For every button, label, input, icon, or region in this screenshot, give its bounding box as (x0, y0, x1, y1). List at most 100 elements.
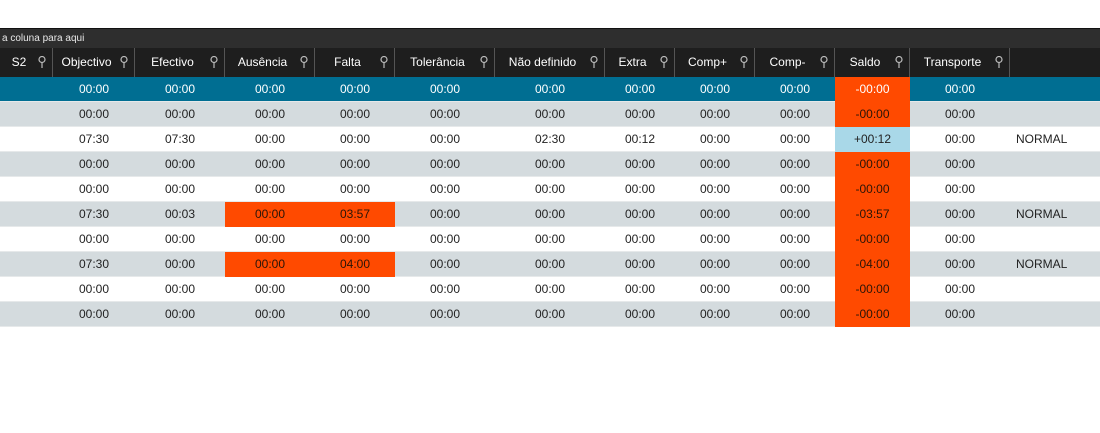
table-row[interactable]: 00:00 00:00 00:00 00:00 00:00 00:00 00:00 00:00… (0, 102, 1100, 127)
cell-falta[interactable]: 00:00 (315, 127, 395, 152)
cell-comp_plus[interactable]: 00:00 (675, 177, 755, 202)
column-header-comp_minus[interactable]: Comp- (755, 48, 835, 77)
cell-info[interactable] (1010, 77, 1100, 102)
cell-extra[interactable]: 00:00 (605, 277, 675, 302)
cell-nao_definido[interactable]: 00:00 (495, 177, 605, 202)
cell-tolerancia[interactable]: 00:00 (395, 177, 495, 202)
cell-saldo[interactable]: -00:00 (835, 227, 910, 252)
cell-extra[interactable]: 00:00 (605, 252, 675, 277)
cell-nao_definido[interactable]: 00:00 (495, 227, 605, 252)
cell-comp_minus[interactable]: 00:00 (755, 102, 835, 127)
pin-icon[interactable] (739, 56, 749, 69)
cell-tolerancia[interactable]: 00:00 (395, 102, 495, 127)
cell-nao_definido[interactable]: 00:00 (495, 202, 605, 227)
cell-extra[interactable]: 00:00 (605, 202, 675, 227)
cell-objectivo[interactable]: 00:00 (53, 77, 135, 102)
cell-ausencia[interactable]: 00:00 (225, 202, 315, 227)
cell-falta[interactable]: 00:00 (315, 102, 395, 127)
cell-falta[interactable]: 00:00 (315, 227, 395, 252)
cell-s2[interactable] (0, 277, 53, 302)
column-header-info[interactable] (1010, 48, 1100, 77)
table-row[interactable]: 00:00 00:00 00:00 00:00 00:00 00:00 00:00 00:00… (0, 302, 1100, 327)
pin-icon[interactable] (379, 56, 389, 69)
cell-efectivo[interactable]: 00:00 (135, 302, 225, 327)
table-row[interactable]: 00:00 00:00 00:00 00:00 00:00 00:00 00:00 00:00… (0, 227, 1100, 252)
cell-saldo[interactable]: -00:00 (835, 77, 910, 102)
table-row-selected[interactable]: 00:00 00:00 00:00 00:00 00:00 00:00 00:00 00:00… (0, 77, 1100, 102)
column-header-ausencia[interactable]: Ausência (225, 48, 315, 77)
cell-tolerancia[interactable]: 00:00 (395, 277, 495, 302)
cell-s2[interactable] (0, 77, 53, 102)
cell-comp_minus[interactable]: 00:00 (755, 202, 835, 227)
cell-comp_plus[interactable]: 00:00 (675, 77, 755, 102)
cell-objectivo[interactable]: 00:00 (53, 102, 135, 127)
pin-icon[interactable] (589, 56, 599, 69)
cell-s2[interactable] (0, 152, 53, 177)
cell-comp_minus[interactable]: 00:00 (755, 177, 835, 202)
cell-efectivo[interactable]: 00:03 (135, 202, 225, 227)
cell-objectivo[interactable]: 00:00 (53, 177, 135, 202)
cell-tolerancia[interactable]: 00:00 (395, 152, 495, 177)
cell-nao_definido[interactable]: 00:00 (495, 302, 605, 327)
cell-ausencia[interactable]: 00:00 (225, 277, 315, 302)
cell-saldo[interactable]: -04:00 (835, 252, 910, 277)
cell-nao_definido[interactable]: 02:30 (495, 127, 605, 152)
cell-saldo[interactable]: -00:00 (835, 302, 910, 327)
cell-tolerancia[interactable]: 00:00 (395, 227, 495, 252)
column-header-efectivo[interactable]: Efectivo (135, 48, 225, 77)
cell-efectivo[interactable]: 00:00 (135, 152, 225, 177)
cell-s2[interactable] (0, 127, 53, 152)
cell-tolerancia[interactable]: 00:00 (395, 127, 495, 152)
table-row[interactable]: 00:00 00:00 00:00 00:00 00:00 00:00 00:00 00:00… (0, 177, 1100, 202)
cell-comp_minus[interactable]: 00:00 (755, 127, 835, 152)
cell-transporte[interactable]: 00:00 (910, 77, 1010, 102)
cell-objectivo[interactable]: 07:30 (53, 202, 135, 227)
cell-saldo[interactable]: -00:00 (835, 277, 910, 302)
cell-falta[interactable]: 00:00 (315, 77, 395, 102)
column-header-s2[interactable]: S2 (0, 48, 53, 77)
cell-comp_minus[interactable]: 00:00 (755, 277, 835, 302)
cell-comp_minus[interactable]: 00:00 (755, 77, 835, 102)
cell-ausencia[interactable]: 00:00 (225, 252, 315, 277)
cell-transporte[interactable]: 00:00 (910, 302, 1010, 327)
cell-nao_definido[interactable]: 00:00 (495, 102, 605, 127)
cell-comp_plus[interactable]: 00:00 (675, 227, 755, 252)
cell-comp_minus[interactable]: 00:00 (755, 252, 835, 277)
cell-saldo[interactable]: -00:00 (835, 152, 910, 177)
cell-falta[interactable]: 00:00 (315, 277, 395, 302)
cell-ausencia[interactable]: 00:00 (225, 302, 315, 327)
pin-icon[interactable] (37, 56, 47, 69)
cell-comp_minus[interactable]: 00:00 (755, 302, 835, 327)
cell-ausencia[interactable]: 00:00 (225, 177, 315, 202)
cell-transporte[interactable]: 00:00 (910, 152, 1010, 177)
pin-icon[interactable] (994, 56, 1004, 69)
cell-tolerancia[interactable]: 00:00 (395, 252, 495, 277)
cell-efectivo[interactable]: 00:00 (135, 252, 225, 277)
cell-falta[interactable]: 00:00 (315, 302, 395, 327)
column-header-tolerancia[interactable]: Tolerância (395, 48, 495, 77)
cell-efectivo[interactable]: 00:00 (135, 77, 225, 102)
cell-extra[interactable]: 00:00 (605, 302, 675, 327)
pin-icon[interactable] (299, 56, 309, 69)
cell-extra[interactable]: 00:00 (605, 227, 675, 252)
cell-nao_definido[interactable]: 00:00 (495, 77, 605, 102)
cell-comp_minus[interactable]: 00:00 (755, 152, 835, 177)
table-row[interactable]: 07:30 00:00 00:00 04:00 00:00 00:00 00:00 00:00… (0, 252, 1100, 277)
column-header-extra[interactable]: Extra (605, 48, 675, 77)
cell-nao_definido[interactable]: 00:00 (495, 252, 605, 277)
cell-saldo[interactable]: +00:12 (835, 127, 910, 152)
cell-info[interactable] (1010, 227, 1100, 252)
cell-saldo[interactable]: -00:00 (835, 102, 910, 127)
cell-saldo[interactable]: -03:57 (835, 202, 910, 227)
cell-ausencia[interactable]: 00:00 (225, 77, 315, 102)
cell-comp_plus[interactable]: 00:00 (675, 127, 755, 152)
cell-nao_definido[interactable]: 00:00 (495, 277, 605, 302)
column-header-nao_definido[interactable]: Não definido (495, 48, 605, 77)
column-header-falta[interactable]: Falta (315, 48, 395, 77)
cell-transporte[interactable]: 00:00 (910, 227, 1010, 252)
cell-extra[interactable]: 00:12 (605, 127, 675, 152)
cell-info[interactable] (1010, 177, 1100, 202)
pin-icon[interactable] (119, 56, 129, 69)
table-row[interactable]: 00:00 00:00 00:00 00:00 00:00 00:00 00:00 00:00… (0, 277, 1100, 302)
cell-falta[interactable]: 04:00 (315, 252, 395, 277)
